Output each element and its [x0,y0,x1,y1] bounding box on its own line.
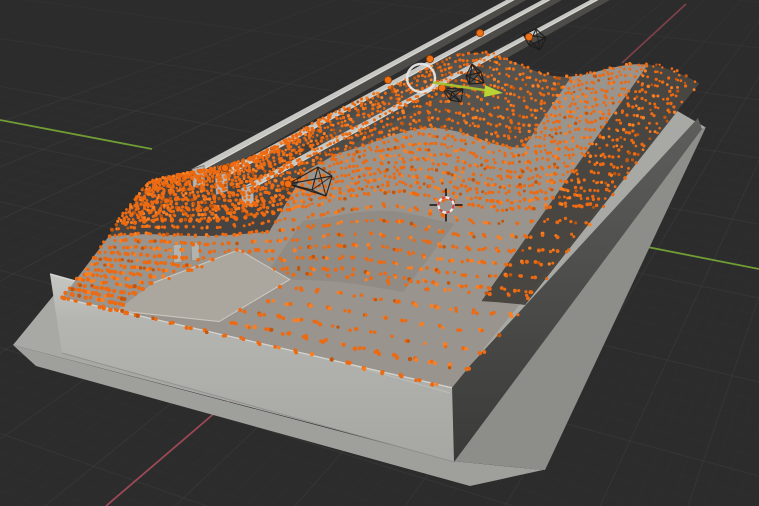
blender-3d-viewport[interactable] [0,0,759,506]
viewport-canvas[interactable] [0,0,759,506]
